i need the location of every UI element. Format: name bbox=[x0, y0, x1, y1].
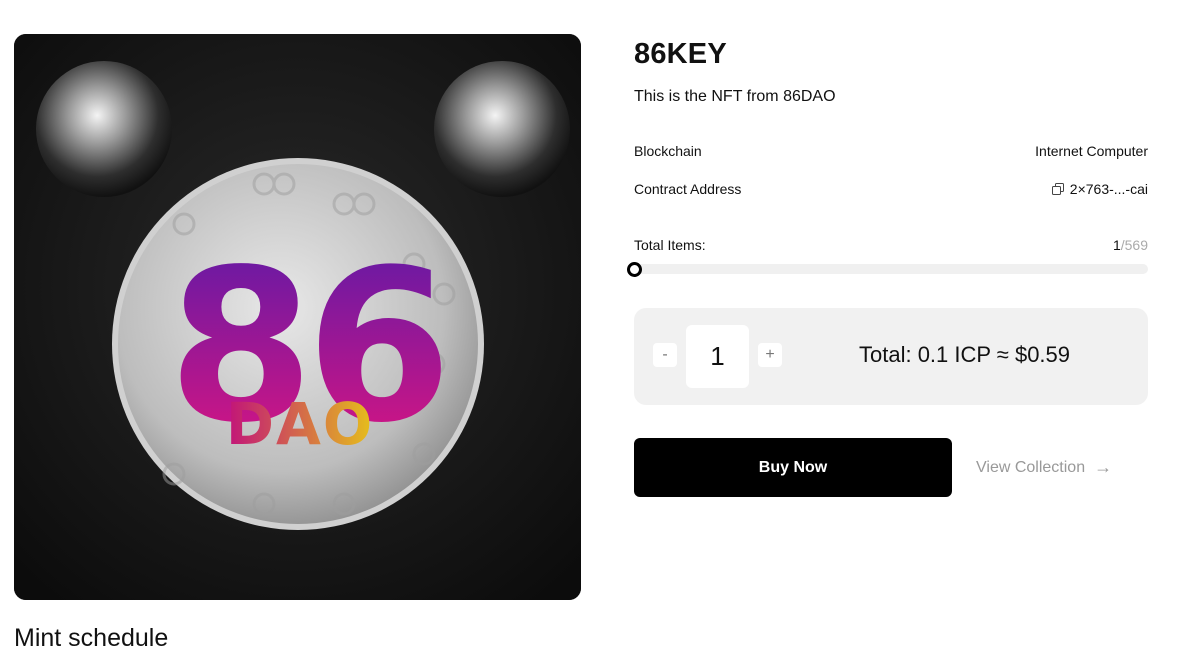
decrease-quantity-button[interactable]: - bbox=[653, 343, 677, 367]
nft-description: This is the NFT from 86DAO bbox=[634, 88, 836, 105]
nft-artwork: 86 DAO bbox=[14, 34, 581, 600]
blockchain-row: Blockchain Internet Computer bbox=[634, 143, 1148, 159]
total-items-label: Total Items: bbox=[634, 237, 706, 253]
arrow-right-icon: → bbox=[1094, 457, 1113, 477]
quantity-panel: - 1 + Total: 0.1 ICP ≈ $0.59 bbox=[634, 308, 1148, 405]
contract-address-value-wrap[interactable]: 2×763-...-cai bbox=[1051, 181, 1148, 197]
max-supply: 569 bbox=[1124, 237, 1148, 253]
contract-address-label: Contract Address bbox=[634, 181, 742, 197]
blockchain-value: Internet Computer bbox=[1035, 143, 1148, 159]
mint-progress-knob bbox=[626, 262, 642, 277]
nft-title: 86KEY bbox=[634, 38, 727, 70]
contract-address-value: 2×763-...-cai bbox=[1069, 181, 1148, 197]
total-items-count: 1/569 bbox=[1113, 237, 1148, 253]
nft-image: 86 DAO bbox=[14, 34, 581, 600]
view-collection-label: View Collection bbox=[976, 458, 1086, 476]
copy-icon[interactable] bbox=[1051, 183, 1064, 195]
artwork-dao: DAO bbox=[226, 390, 374, 458]
contract-address-row: Contract Address 2×763-...-cai bbox=[634, 181, 1148, 197]
blockchain-label: Blockchain bbox=[634, 143, 702, 159]
minted-count: 1 bbox=[1112, 237, 1121, 253]
view-collection-link[interactable]: View Collection → bbox=[976, 457, 1112, 478]
increase-quantity-button[interactable]: + bbox=[758, 343, 782, 367]
buy-now-button[interactable]: Buy Now bbox=[634, 438, 952, 497]
quantity-input[interactable]: 1 bbox=[686, 325, 749, 388]
total-price: Total: 0.1 ICP ≈ $0.59 bbox=[859, 342, 1071, 367]
mint-progress-bar bbox=[634, 264, 1148, 274]
